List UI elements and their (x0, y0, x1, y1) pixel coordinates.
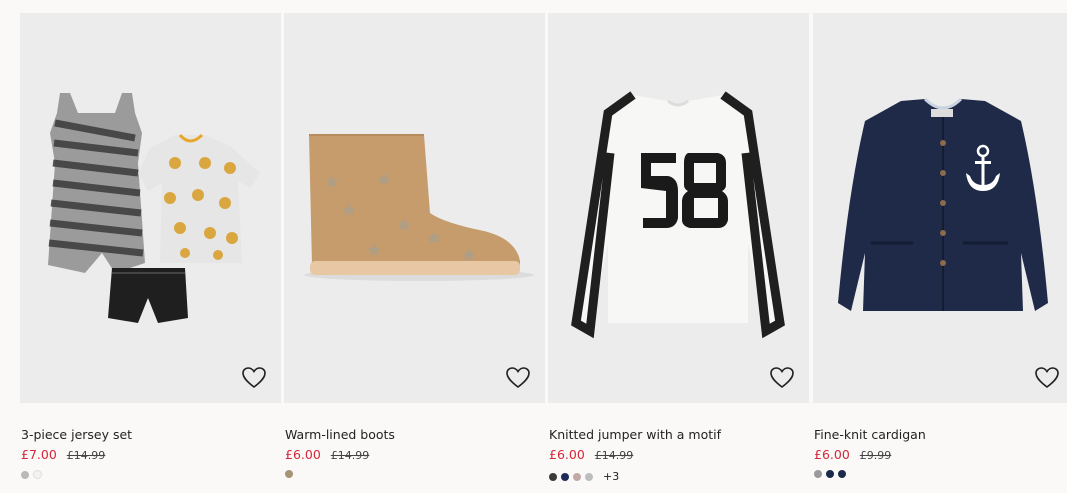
product-card[interactable]: 3-piece jersey set £7.00 £14.99 (20, 13, 281, 493)
color-swatch[interactable] (561, 472, 569, 481)
favourite-heart-icon[interactable] (505, 365, 531, 391)
sale-price: £6.00 (549, 447, 585, 462)
color-swatch[interactable] (549, 472, 557, 481)
boots-image (304, 134, 534, 281)
color-swatches: +3 (549, 470, 619, 483)
product-image[interactable] (20, 13, 281, 403)
jumper-image (571, 91, 785, 339)
product-card[interactable]: Fine-knit cardigan £6.00 £9.99 (813, 13, 1067, 493)
sale-price: £6.00 (814, 447, 850, 462)
original-price: £14.99 (330, 449, 370, 462)
product-grid: 3-piece jersey set £7.00 £14.99 Warm-lin… (20, 13, 1067, 493)
favourite-heart-icon[interactable] (769, 365, 795, 391)
product-prices: £6.00 £14.99 (285, 447, 369, 462)
product-image[interactable] (284, 13, 545, 403)
product-prices: £6.00 £9.99 (814, 447, 891, 462)
color-swatch[interactable] (33, 470, 42, 479)
color-swatch[interactable] (21, 470, 29, 479)
product-card[interactable]: Knitted jumper with a motif £6.00 £14.99… (548, 13, 809, 493)
original-price: £14.99 (594, 449, 634, 462)
product-prices: £6.00 £14.99 (549, 447, 633, 462)
product-image[interactable] (548, 13, 809, 403)
color-swatch[interactable] (826, 470, 834, 478)
color-swatches (814, 470, 846, 478)
color-swatches (285, 470, 293, 478)
sale-price: £7.00 (21, 447, 57, 462)
color-swatches (21, 470, 42, 479)
cardigan-image (838, 97, 1048, 311)
original-price: £9.99 (859, 449, 892, 462)
more-colors-count[interactable]: +3 (603, 470, 619, 483)
product-image[interactable] (813, 13, 1067, 403)
sale-price: £6.00 (285, 447, 321, 462)
favourite-heart-icon[interactable] (1034, 365, 1060, 391)
product-title[interactable]: 3-piece jersey set (21, 427, 132, 442)
favourite-heart-icon[interactable] (241, 365, 267, 391)
jersey-set-image (48, 93, 260, 323)
product-card[interactable]: Warm-lined boots £6.00 £14.99 (284, 13, 545, 493)
color-swatch[interactable] (838, 470, 846, 478)
color-swatch[interactable] (585, 472, 593, 481)
product-title[interactable]: Fine-knit cardigan (814, 427, 926, 442)
color-swatch[interactable] (285, 470, 293, 478)
product-title[interactable]: Warm-lined boots (285, 427, 395, 442)
color-swatch[interactable] (814, 470, 822, 478)
product-prices: £7.00 £14.99 (21, 447, 105, 462)
product-title[interactable]: Knitted jumper with a motif (549, 427, 721, 442)
color-swatch[interactable] (573, 472, 581, 481)
original-price: £14.99 (66, 449, 106, 462)
